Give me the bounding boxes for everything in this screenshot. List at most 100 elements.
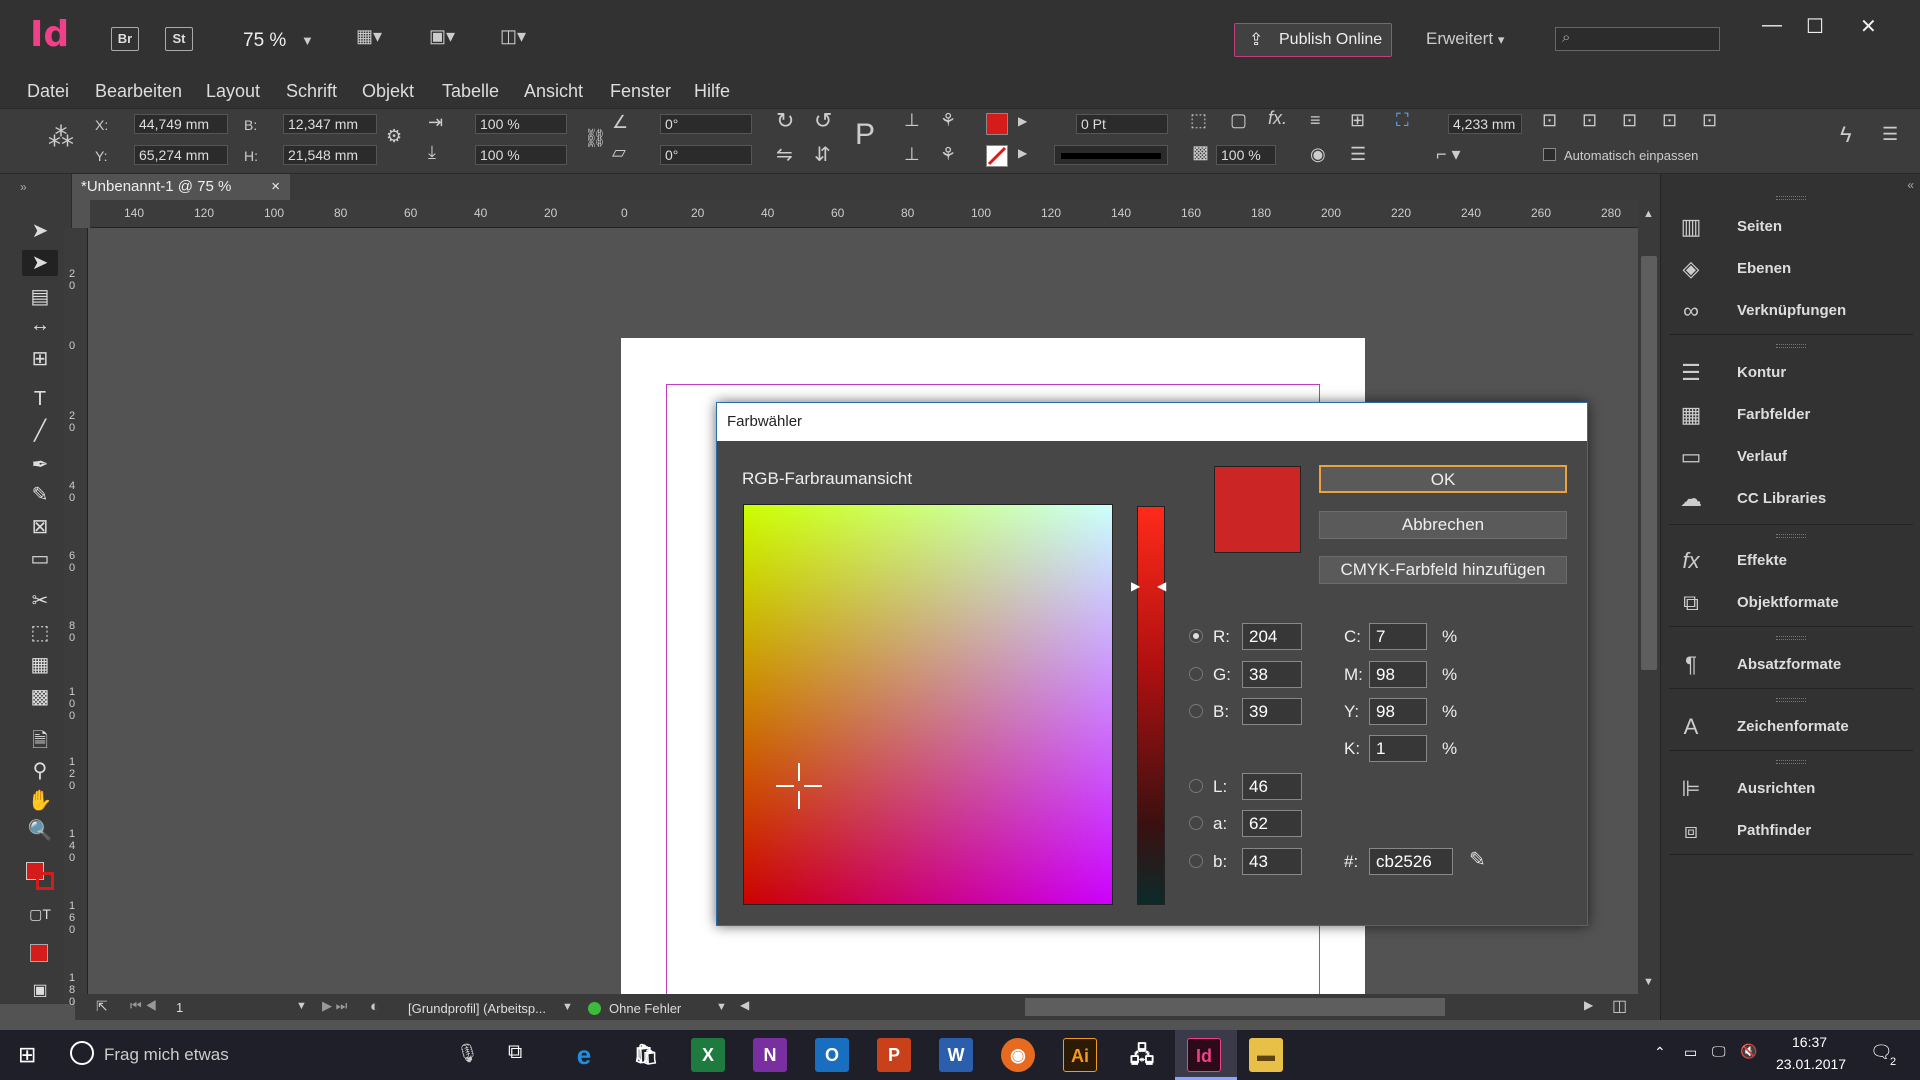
- panel-pathfinder[interactable]: ⧈ Pathfinder: [1677, 816, 1907, 846]
- zoom-dropdown-icon[interactable]: ▼: [301, 33, 314, 48]
- menu-objekt[interactable]: Objekt: [362, 74, 414, 108]
- text-path-icon[interactable]: P: [855, 118, 875, 152]
- preflight-profile-icon[interactable]: ◐: [370, 998, 379, 1015]
- menu-tabelle[interactable]: Tabelle: [442, 74, 499, 108]
- direct-selection-tool-icon[interactable]: ➤: [22, 250, 58, 276]
- taskbar-search-input[interactable]: Frag mich etwas: [104, 1045, 229, 1065]
- b-radio[interactable]: [1189, 704, 1203, 718]
- panel-effekte[interactable]: fx Effekte: [1677, 546, 1907, 576]
- g-radio[interactable]: [1189, 667, 1203, 681]
- open-page-icon[interactable]: ⇱: [96, 998, 108, 1015]
- autofit-checkbox[interactable]: [1543, 148, 1556, 161]
- panel-zeichenformate[interactable]: A Zeichenformate: [1677, 712, 1907, 742]
- next-page-icon[interactable]: ▶ ⏭: [322, 998, 347, 1014]
- l-radio[interactable]: [1189, 779, 1203, 793]
- constrain-proportions-icon[interactable]: ⚙: [386, 126, 402, 147]
- corner-shape-select[interactable]: ⌐ ▾: [1436, 144, 1461, 165]
- center-content-icon[interactable]: ⊡: [1622, 110, 1637, 131]
- gap-tool-icon[interactable]: ↔: [22, 314, 58, 340]
- fit-frame-to-content-icon[interactable]: ⊡: [1582, 110, 1597, 131]
- eyedropper-icon[interactable]: ✎: [1469, 847, 1486, 872]
- preflight-profile[interactable]: [Grundprofil] (Arbeitsp...: [408, 1001, 546, 1016]
- l-field[interactable]: 46: [1242, 773, 1302, 800]
- powerpoint-icon[interactable]: P: [877, 1038, 911, 1072]
- microphone-icon[interactable]: 🎙: [456, 1043, 479, 1064]
- maximize-icon[interactable]: ☐: [1806, 14, 1824, 39]
- flip-horizontal-icon[interactable]: ⇋: [776, 142, 793, 167]
- apply-color-icon[interactable]: [30, 944, 48, 962]
- illustrator-icon[interactable]: Ai: [1063, 1038, 1097, 1072]
- preflight-status[interactable]: Ohne Fehler: [609, 1001, 681, 1016]
- effects-fx-icon[interactable]: fx.: [1268, 108, 1287, 129]
- c-field[interactable]: 7: [1369, 623, 1427, 650]
- scroll-up-icon[interactable]: ▲: [1643, 208, 1654, 220]
- y-field[interactable]: 98: [1369, 698, 1427, 725]
- scale-x-field[interactable]: 100 %: [475, 114, 567, 134]
- menu-schrift[interactable]: Schrift: [286, 74, 337, 108]
- control-panel-menu-icon[interactable]: ☰: [1882, 124, 1898, 145]
- panel-grip[interactable]: [1776, 636, 1806, 640]
- reference-point-icon[interactable]: ⁂: [48, 122, 74, 153]
- view-options-icon[interactable]: ▦▾: [356, 26, 382, 47]
- edge-icon[interactable]: e: [567, 1038, 601, 1072]
- shear-field[interactable]: 0°: [660, 145, 752, 165]
- scroll-right-icon[interactable]: ▶: [1584, 998, 1593, 1012]
- y-position-field[interactable]: 65,274 mm: [134, 145, 228, 165]
- scale-y-field[interactable]: 100 %: [475, 145, 567, 165]
- page-dropdown-icon[interactable]: ▼: [296, 1000, 307, 1012]
- battery-icon[interactable]: ▭: [1684, 1044, 1697, 1061]
- panel-cc-libraries[interactable]: ☁ CC Libraries: [1677, 484, 1907, 514]
- width-field[interactable]: 12,347 mm: [283, 114, 377, 134]
- menu-bearbeiten[interactable]: Bearbeiten: [95, 74, 182, 108]
- rectangle-tool-icon[interactable]: ▭: [22, 546, 58, 572]
- network-icon[interactable]: 🖵: [1712, 1043, 1726, 1060]
- panel-grip[interactable]: [1776, 760, 1806, 764]
- word-icon[interactable]: W: [939, 1038, 973, 1072]
- select-next-icon[interactable]: ⚘: [940, 144, 956, 165]
- note-tool-icon[interactable]: 🗎: [22, 726, 58, 752]
- pencil-tool-icon[interactable]: ✎: [22, 482, 58, 508]
- hex-field[interactable]: cb2526: [1369, 848, 1453, 875]
- stroke-color-icon[interactable]: [36, 872, 54, 890]
- zoom-level[interactable]: 75 %: [243, 30, 286, 52]
- text-wrap-box-icon[interactable]: ⊞: [1350, 110, 1365, 131]
- pen-tool-icon[interactable]: ✒: [22, 452, 58, 478]
- preflight-dropdown-icon[interactable]: ▼: [716, 1001, 727, 1013]
- collapse-dock-icon[interactable]: «: [1907, 178, 1914, 192]
- gradient-feather-tool-icon[interactable]: ▩: [22, 684, 58, 710]
- color-crosshair-icon[interactable]: [776, 763, 822, 809]
- scroll-left-icon[interactable]: ◀: [740, 998, 749, 1012]
- fit-content-to-frame-icon[interactable]: ⊡: [1702, 110, 1717, 131]
- workspace-switcher[interactable]: Erweitert ▾: [1426, 29, 1504, 49]
- drop-shadow-icon[interactable]: ▢: [1230, 110, 1247, 131]
- stock-button[interactable]: St: [165, 27, 193, 51]
- line-tool-icon[interactable]: ╱: [22, 418, 58, 444]
- free-transform-tool-icon[interactable]: ⬚: [22, 620, 58, 646]
- cortana-icon[interactable]: [70, 1041, 94, 1065]
- select-previous-icon[interactable]: ⊥: [904, 144, 920, 165]
- slider-handle-left-icon[interactable]: ▶: [1131, 579, 1140, 593]
- eyedropper-tool-icon[interactable]: ⚲: [22, 758, 58, 784]
- rotate-ccw-icon[interactable]: ↺: [814, 108, 832, 134]
- tray-chevron-icon[interactable]: ⌃: [1654, 1044, 1666, 1061]
- stroke-none-swatch[interactable]: [986, 145, 1008, 167]
- onenote-icon[interactable]: N: [753, 1038, 787, 1072]
- rectangle-frame-tool-icon[interactable]: ⊠: [22, 514, 58, 540]
- stroke-type-select[interactable]: [1054, 145, 1168, 165]
- profile-dropdown-icon[interactable]: ▼: [562, 1001, 573, 1013]
- cancel-button[interactable]: Abbrechen: [1319, 511, 1567, 539]
- corner-options-icon[interactable]: ⛶: [1396, 110, 1409, 131]
- select-container-icon[interactable]: ⊥: [904, 110, 920, 131]
- publish-online-button[interactable]: ⇪ Publish Online: [1234, 23, 1392, 57]
- quick-apply-icon[interactable]: ϟ: [1840, 122, 1852, 148]
- menu-hilfe[interactable]: Hilfe: [694, 74, 730, 108]
- indesign-taskbar-icon[interactable]: Id: [1187, 1038, 1221, 1072]
- rotate-cw-icon[interactable]: ↻: [776, 108, 794, 134]
- screen-mode-icon[interactable]: ▣▾: [429, 26, 455, 47]
- panel-seiten[interactable]: ▥ Seiten: [1677, 212, 1907, 242]
- minimize-icon[interactable]: —: [1762, 14, 1782, 37]
- excel-icon[interactable]: X: [691, 1038, 725, 1072]
- formatting-affects-icon[interactable]: ▢T: [22, 906, 58, 932]
- add-cmyk-swatch-button[interactable]: CMYK-Farbfeld hinzufügen: [1319, 556, 1567, 584]
- rotation-field[interactable]: 0°: [660, 114, 752, 134]
